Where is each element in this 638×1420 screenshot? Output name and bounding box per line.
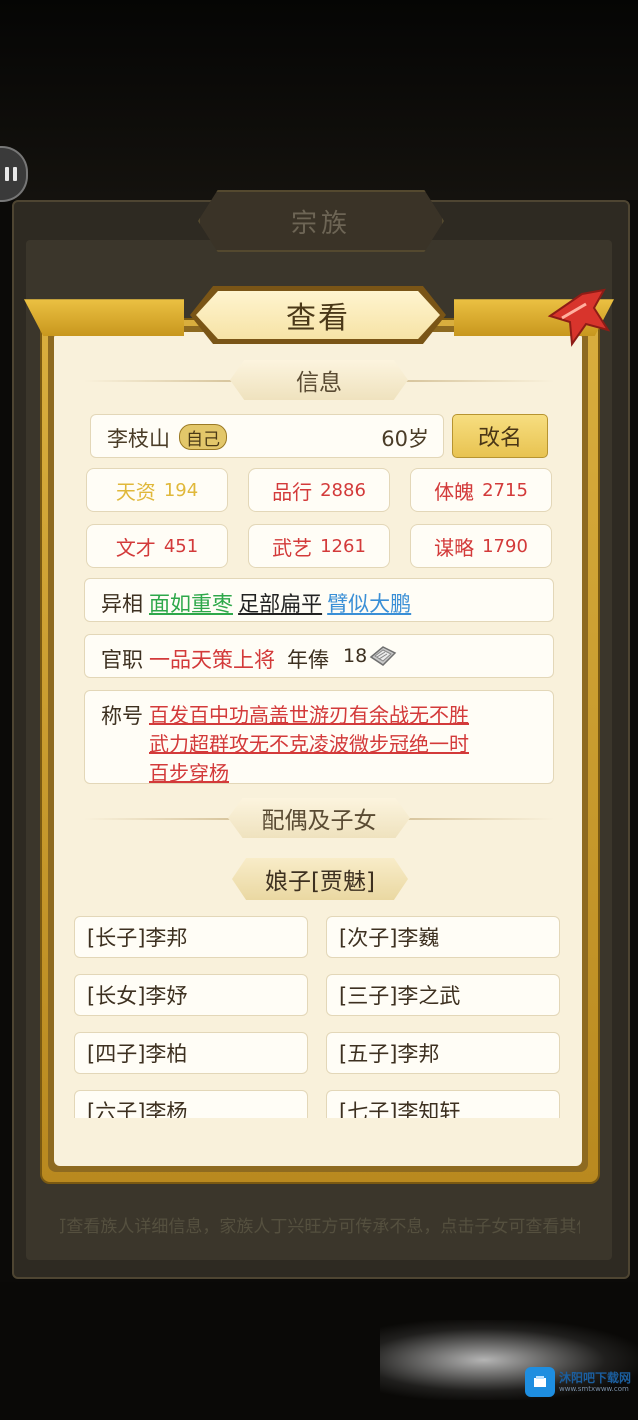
honor-line: 百步穿杨 [149, 761, 229, 785]
section-header-info: 信息 [230, 360, 408, 400]
stat-conduct: 品行 2886 [248, 468, 390, 512]
stat-literary: 文才 451 [86, 524, 228, 568]
stat-strategy: 谋略 1790 [410, 524, 552, 568]
office-rank: 一品天策上将 [149, 648, 275, 672]
stat-label: 体魄 [434, 479, 475, 504]
stat-value: 2715 [482, 479, 528, 501]
child-item[interactable]: [长女]李妤 [74, 974, 308, 1016]
stat-value: 1261 [320, 535, 366, 557]
appearance-label: 异相 [101, 592, 143, 616]
silver-ingot-icon [369, 646, 397, 666]
child-item[interactable]: [六子]李杨 [74, 1090, 308, 1118]
child-item[interactable]: [五子]李邦 [326, 1032, 560, 1074]
trait-list: 面如重枣 足部扁平 臂似大鹏 [149, 588, 411, 618]
stat-value: 1790 [482, 535, 528, 557]
honor-line: 武力超群攻无不克凌波微步冠绝一时 [149, 732, 469, 756]
name-row: 李枝山 自己 60岁 [90, 414, 444, 458]
children-list[interactable]: [长子]李邦 [次子]李巍 [长女]李妤 [三子]李之武 [四子]李柏 [五子]… [70, 912, 570, 1118]
watermark-text: 沐阳吧下载网 www.smtxwww.com [559, 1370, 632, 1393]
watermark-logo-icon [525, 1367, 555, 1397]
stat-label: 文才 [115, 535, 156, 560]
stat-value: 2886 [320, 479, 366, 501]
child-item[interactable]: [次子]李巍 [326, 916, 560, 958]
character-age: 60岁 [381, 427, 429, 451]
watermark-url: www.smtxwww.com [559, 1384, 629, 1393]
stat-value: 194 [163, 479, 199, 501]
child-item[interactable]: [四子]李柏 [74, 1032, 308, 1074]
stat-label: 天资 [115, 479, 156, 504]
section-header-family: 配偶及子女 [228, 798, 410, 838]
honor-line: 百发百中功高盖世游刃有余战无不胜 [149, 703, 469, 727]
stat-label: 品行 [272, 479, 313, 504]
background-panel-title: 宗族 [198, 190, 444, 252]
rename-button[interactable]: 改名 [452, 414, 548, 458]
child-item[interactable]: [七子]李知轩 [326, 1090, 560, 1118]
stat-martial: 武艺 1261 [248, 524, 390, 568]
salary-label: 年俸 [287, 648, 329, 672]
watermark: 沐阳吧下载网 www.smtxwww.com [525, 1362, 635, 1402]
office-label: 官职 [101, 648, 143, 672]
close-ribbon-icon[interactable] [542, 286, 612, 348]
salary-value: 18 [343, 645, 368, 667]
stat-talent: 天资 194 [86, 468, 228, 512]
child-item[interactable]: [长子]李邦 [74, 916, 308, 958]
stat-label: 谋略 [434, 535, 475, 560]
trait-item[interactable]: 面如重枣 [149, 592, 233, 616]
dialog-title: 查看 [196, 291, 440, 339]
stat-value: 451 [163, 535, 199, 557]
trait-item[interactable]: 臂似大鹏 [327, 592, 411, 616]
stat-physique: 体魄 2715 [410, 468, 552, 512]
appearance-row: 异相 面如重枣 足部扁平 臂似大鹏 [84, 578, 554, 622]
honors-row: 称号 百发百中功高盖世游刃有余战无不胜 武力超群攻无不克凌波微步冠绝一时 百步穿… [84, 690, 554, 785]
office-row: 官职 一品天策上将 年俸 18 [84, 634, 554, 678]
consort-label[interactable]: 娘子[贾魅] [232, 858, 408, 900]
character-name: 李枝山 [107, 427, 170, 451]
self-tag: 自己 [179, 424, 227, 450]
pause-icon [5, 167, 17, 181]
top-background [0, 0, 638, 200]
honors-list: 百发百中功高盖世游刃有余战无不胜 武力超群攻无不克凌波微步冠绝一时 百步穿杨 [149, 701, 539, 788]
child-item[interactable]: [三子]李之武 [326, 974, 560, 1016]
watermark-name: 沐阳吧下载网 [559, 1370, 632, 1385]
trait-item[interactable]: 足部扁平 [238, 592, 322, 616]
honors-label: 称号 [101, 704, 143, 728]
background-hint-text: ※ 可查看族人详细信息，家族人丁兴旺方可传承不息，点击子女可查看其信息 [60, 1216, 580, 1237]
stat-label: 武艺 [272, 535, 313, 560]
